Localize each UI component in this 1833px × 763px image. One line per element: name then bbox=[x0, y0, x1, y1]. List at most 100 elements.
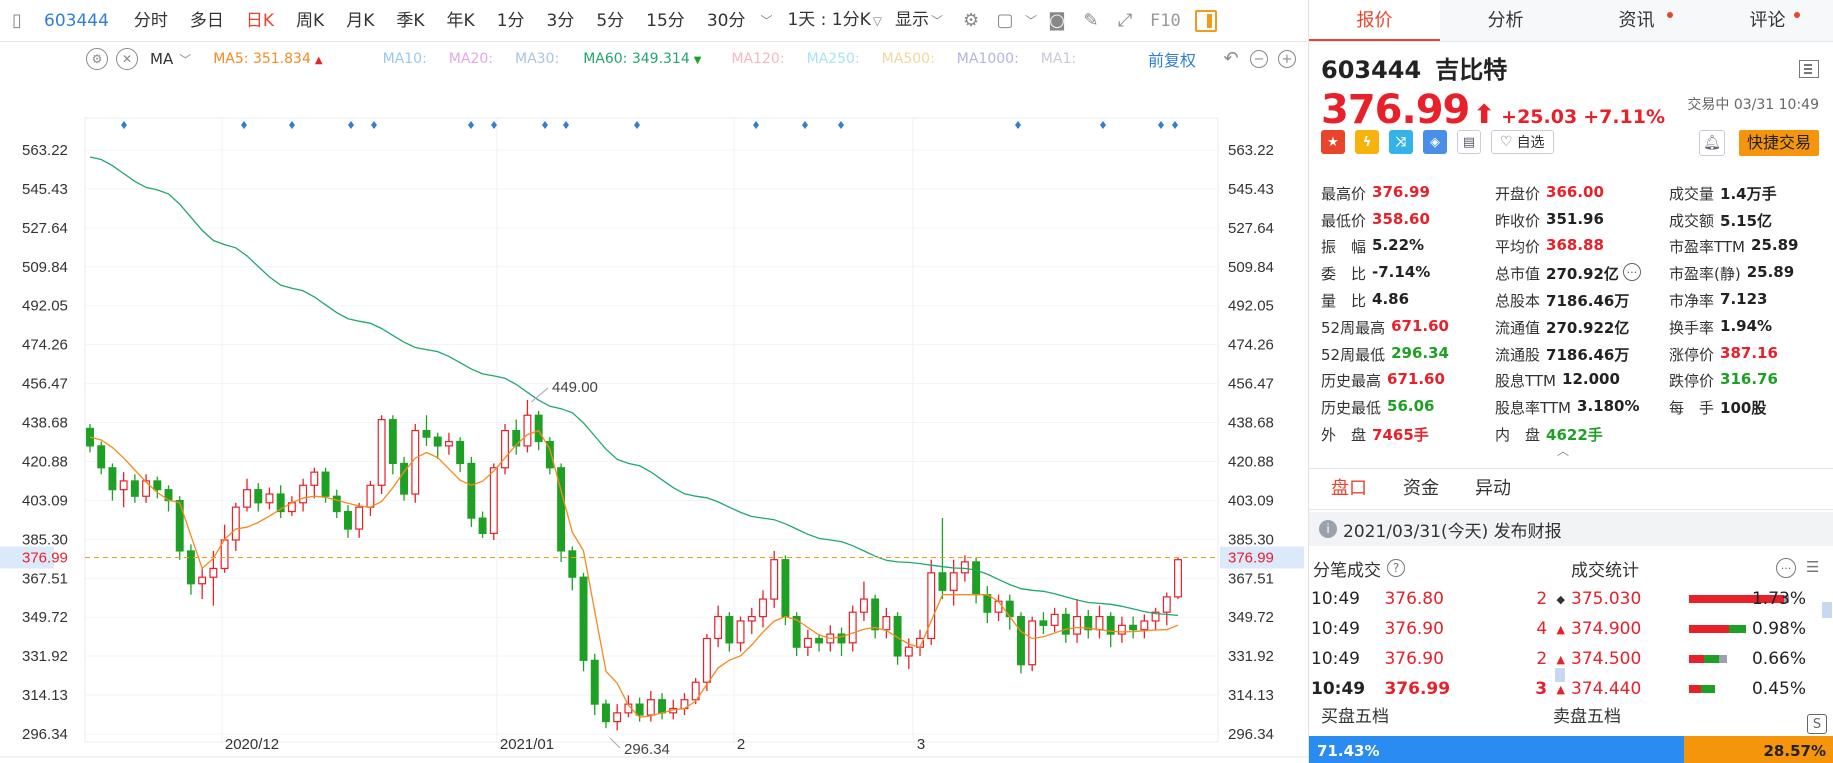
tick-vol: 2 bbox=[1536, 589, 1548, 609]
more-icon[interactable]: ··· bbox=[1622, 263, 1641, 282]
fast-trade-button[interactable]: 快捷交易 bbox=[1738, 130, 1819, 156]
ma-item[interactable]: MA120: bbox=[731, 51, 784, 67]
collapse-chevron-icon[interactable]: ︿ bbox=[1557, 442, 1569, 459]
period-tab[interactable]: 月K bbox=[335, 0, 385, 42]
candle-body bbox=[770, 559, 779, 600]
ma60-line bbox=[89, 156, 1179, 617]
f10-button[interactable]: F10 bbox=[1142, 11, 1189, 31]
period-tab[interactable]: 年K bbox=[436, 0, 486, 42]
help-icon[interactable]: ? bbox=[1387, 559, 1405, 577]
sub-tab[interactable]: 异动 bbox=[1475, 469, 1511, 509]
shuffle-icon[interactable]: ⤨ bbox=[1389, 130, 1413, 154]
event-marker-icon bbox=[241, 121, 247, 129]
ma-settings-icon[interactable]: ⚙ bbox=[86, 48, 108, 70]
panel-tab-label: 评论 bbox=[1749, 10, 1786, 31]
camera-icon[interactable]: ◙ bbox=[1042, 6, 1072, 36]
volstat-scrollbar[interactable] bbox=[1822, 592, 1832, 702]
more-periods-chevron-icon[interactable]: ﹀ bbox=[758, 6, 774, 36]
add-watchlist-button[interactable]: ♡ 自选 bbox=[1491, 130, 1554, 154]
period-tab[interactable]: 30分 bbox=[696, 0, 757, 42]
ma-item[interactable]: MA1: bbox=[1041, 51, 1076, 67]
panel-tab[interactable]: 评论 bbox=[1702, 0, 1833, 41]
period-tab[interactable]: 多日 bbox=[179, 0, 235, 42]
ma-item[interactable]: MA250: bbox=[807, 51, 860, 67]
range-select[interactable]: 1天 : 1分K ▽ bbox=[776, 0, 893, 42]
period-tab[interactable]: 15分 bbox=[635, 0, 696, 42]
tick-row: 10:49 376.90 2 ▲ bbox=[1309, 644, 1565, 674]
ma-sep: : bbox=[422, 51, 427, 67]
stat-value: 25.89 bbox=[1746, 263, 1795, 282]
tick-scrollbar[interactable] bbox=[1555, 668, 1565, 682]
bell-icon[interactable]: 🔔︎ bbox=[1699, 130, 1725, 156]
period-tab[interactable]: 5分 bbox=[585, 0, 635, 42]
volstat-bar bbox=[1689, 655, 1727, 663]
zoom-in-icon[interactable]: + bbox=[1278, 50, 1296, 68]
lightning-icon[interactable]: ϟ bbox=[1355, 130, 1379, 154]
s-toggle-icon[interactable]: S bbox=[1807, 714, 1827, 734]
volstat-list: 375.030 1.73% 374.900 0.98% 374.500 0.66% 374.… bbox=[1571, 584, 1833, 704]
rectangle-tool-icon[interactable]: ▢ bbox=[990, 6, 1020, 36]
ma-item[interactable]: MA20: bbox=[449, 51, 493, 67]
y-tick-label-right: 474.26 bbox=[1228, 337, 1274, 354]
stat-value: 351.96 bbox=[1546, 209, 1604, 228]
undo-icon[interactable]: ↶ bbox=[1222, 50, 1240, 68]
candle-body bbox=[108, 467, 117, 491]
candle-body bbox=[781, 559, 790, 618]
panel-tab[interactable]: 分析 bbox=[1440, 0, 1571, 41]
layout-icon[interactable] bbox=[1799, 60, 1819, 78]
restore-rights-button[interactable]: 前复权 bbox=[1148, 47, 1196, 71]
period-tab[interactable]: 日K bbox=[235, 0, 285, 42]
pencil-icon[interactable]: ✎ bbox=[1076, 6, 1106, 36]
kline-chart[interactable]: 563.22 563.22 545.43 545.43 527.64 527.64 509.… bbox=[0, 42, 1308, 763]
stock-code-label[interactable]: 603444 bbox=[34, 0, 123, 42]
zoom-out-icon[interactable]: − bbox=[1250, 50, 1268, 68]
ma-item[interactable]: MA60: 349.314 ▼ bbox=[583, 51, 701, 67]
stat-value: 3.180% bbox=[1577, 397, 1640, 416]
scroll-thumb[interactable] bbox=[1822, 602, 1832, 618]
ma-item[interactable]: MA10: bbox=[383, 51, 427, 67]
panel-toggle-icon[interactable] bbox=[1194, 9, 1217, 32]
ma-label[interactable]: MA bbox=[150, 50, 173, 68]
tick-time: 10:49 bbox=[1311, 619, 1360, 639]
ma-item[interactable]: MA5: 351.834 ▲ bbox=[213, 51, 322, 67]
tag-icon[interactable]: ◈ bbox=[1423, 130, 1447, 154]
stat-value: 4.86 bbox=[1372, 290, 1410, 309]
y-tick-label-left: 438.68 bbox=[22, 415, 68, 432]
chevron-down-icon[interactable]: ﹀ bbox=[179, 51, 191, 68]
stat-cell: 总股本 7186.46万 bbox=[1495, 290, 1669, 311]
period-tab[interactable]: 分时 bbox=[123, 0, 179, 42]
ma-value: 349.314 bbox=[631, 51, 690, 67]
chevron-down-icon[interactable]: ﹀ bbox=[1024, 6, 1038, 36]
stat-value: 56.06 bbox=[1387, 397, 1435, 416]
stat-value: 1.4万手 bbox=[1720, 184, 1777, 203]
buy-sell-ratio-bar: 71.43% 28.57% bbox=[1309, 736, 1833, 763]
list-icon[interactable]: ☰ bbox=[1806, 558, 1826, 576]
ma-item[interactable]: MA30: bbox=[515, 51, 559, 67]
sub-tab[interactable]: 资金 bbox=[1403, 469, 1439, 509]
ma-item[interactable]: MA1000: bbox=[957, 51, 1019, 67]
sidebar-toggle-icon[interactable]: ▯ bbox=[2, 6, 32, 36]
fullscreen-icon[interactable]: ⤢ bbox=[1110, 6, 1140, 36]
candle-body bbox=[1039, 620, 1048, 626]
period-tab[interactable]: 季K bbox=[385, 0, 435, 42]
panel-tab[interactable]: 资讯 bbox=[1571, 0, 1702, 41]
gear-icon[interactable]: ⚙ bbox=[956, 6, 986, 36]
volstat-price: 374.440 bbox=[1571, 679, 1642, 699]
more-icon[interactable]: ··· bbox=[1776, 558, 1796, 578]
sub-tab[interactable]: 盘口 bbox=[1331, 469, 1367, 509]
period-tab[interactable]: 周K bbox=[285, 0, 335, 42]
period-tab[interactable]: 3分 bbox=[536, 0, 586, 42]
panel-tab[interactable]: 报价 bbox=[1309, 0, 1440, 41]
ma-name: MA30 bbox=[514, 51, 555, 67]
kline-chart-area: 563.22 563.22 545.43 545.43 527.64 527.64 509.… bbox=[0, 42, 1308, 763]
bookmark-icon[interactable]: ▤ bbox=[1457, 130, 1481, 154]
volstat-pct: 1.73% bbox=[1751, 589, 1806, 609]
ma-item[interactable]: MA500: bbox=[882, 51, 935, 67]
china-flag-icon[interactable]: ★ bbox=[1321, 130, 1345, 154]
display-menu[interactable]: 显示 ﹀ bbox=[893, 0, 954, 42]
period-tab[interactable]: 1分 bbox=[486, 0, 536, 42]
panel-tabs: 报价 分析 资讯 评论 bbox=[1309, 0, 1833, 42]
stat-key: 最低价 bbox=[1321, 211, 1367, 230]
ma-close-icon[interactable]: ✕ bbox=[116, 48, 138, 70]
earnings-notice[interactable]: i 2021/03/31(今天) 发布财报 bbox=[1309, 512, 1833, 546]
